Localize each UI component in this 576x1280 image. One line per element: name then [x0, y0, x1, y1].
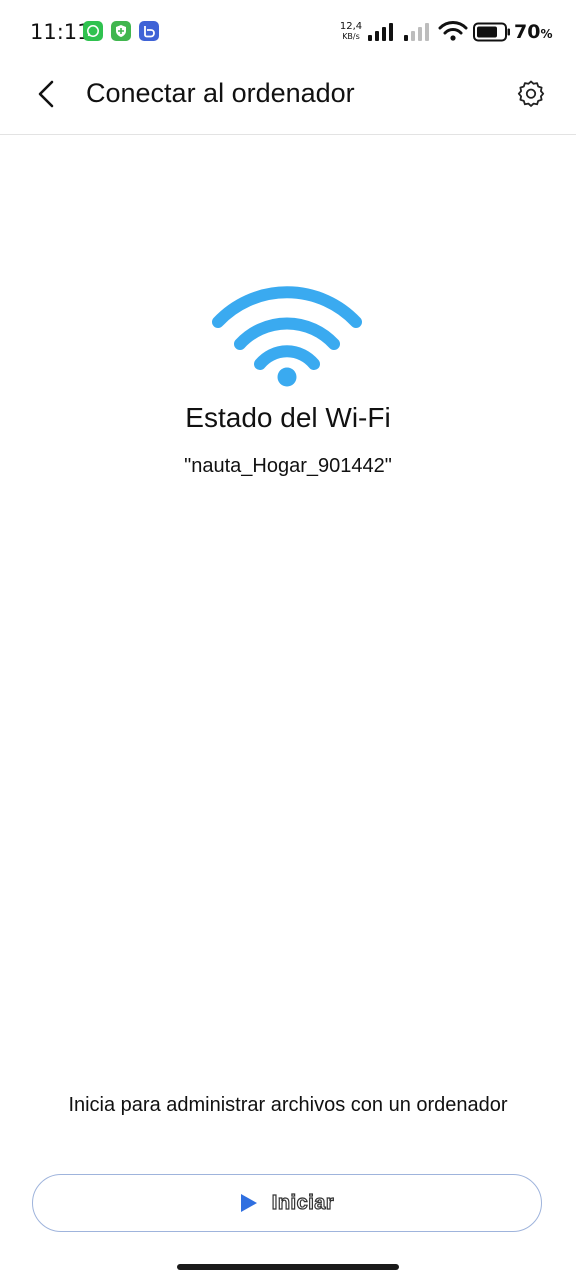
- start-button-label: Iniciar: [271, 1191, 335, 1214]
- shield-icon: [111, 21, 131, 41]
- network-speed: 12,4 KB/s: [339, 22, 363, 42]
- gear-icon: [517, 80, 545, 107]
- wifi-ssid: "nauta_Hogar_901442": [184, 455, 392, 477]
- network-speed-value: 12,4: [339, 21, 363, 32]
- battery-percent-sign: %: [540, 27, 553, 41]
- status-time: 11:11: [30, 20, 91, 44]
- settings-button[interactable]: [512, 74, 550, 112]
- wifi-status-icon: [438, 21, 468, 41]
- app-bar: Conectar al ordenador: [0, 64, 576, 135]
- cell-signal-2-icon: [404, 23, 429, 41]
- notification-icons: [83, 21, 159, 41]
- battery-percent: 70%: [514, 20, 552, 46]
- whatsapp-icon: [83, 21, 103, 41]
- back-button[interactable]: [26, 74, 66, 114]
- wifi-hero-icon: [212, 286, 362, 387]
- screen: 11:11 12,4 KB/s 70% Conectar al ordenado…: [0, 0, 576, 1280]
- battery-icon: [473, 22, 510, 42]
- status-bar: 11:11 12,4 KB/s 70%: [0, 0, 576, 64]
- battery-percent-value: 70: [514, 21, 541, 43]
- play-icon: [240, 1194, 257, 1212]
- hint-text: Inicia para administrar archivos con un …: [68, 1094, 508, 1116]
- network-speed-unit: KB/s: [342, 32, 360, 41]
- cell-signal-icon: [368, 23, 393, 41]
- home-indicator[interactable]: [177, 1264, 399, 1270]
- message-app-icon: [139, 21, 159, 41]
- start-button[interactable]: Iniciar: [32, 1174, 542, 1232]
- back-arrow-icon: [38, 80, 54, 108]
- page-title: Conectar al ordenador: [86, 78, 355, 108]
- wifi-status-heading: Estado del Wi-Fi: [185, 402, 391, 433]
